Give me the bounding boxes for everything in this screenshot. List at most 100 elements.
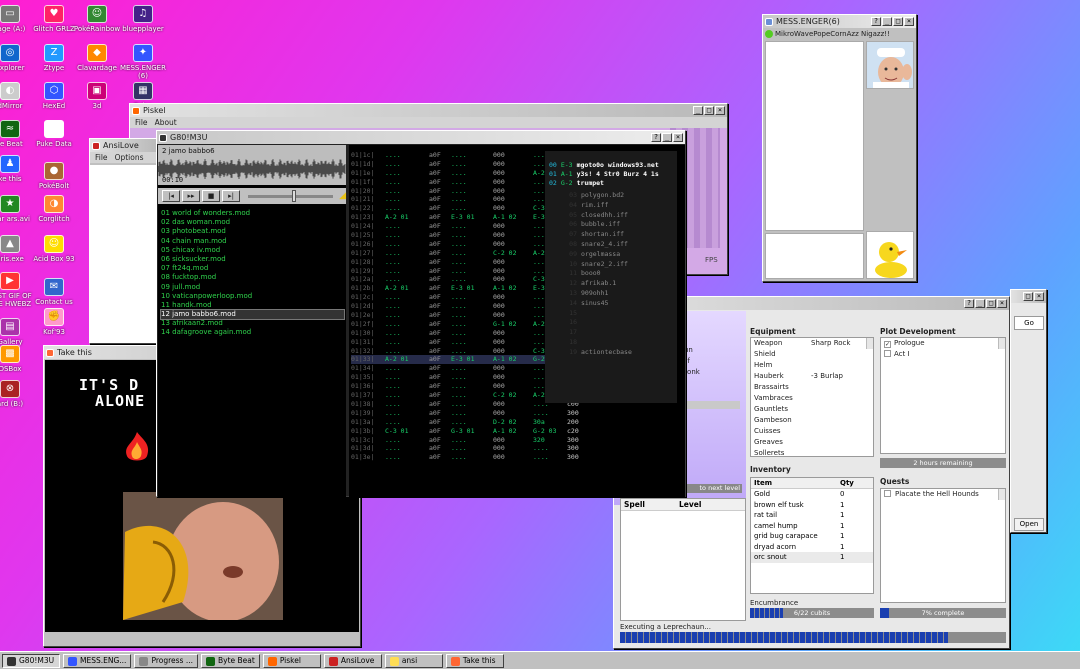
inventory-row[interactable]: orc snout 1 [751, 552, 873, 563]
desktop-icon[interactable]: ✉ Contact us [26, 278, 82, 306]
maximize-button[interactable]: □ [986, 299, 996, 308]
minimize-button[interactable]: _ [975, 299, 985, 308]
playlist-item[interactable]: 11 handk.mod [161, 301, 344, 310]
playlist-item[interactable]: 10 vaticanpowerloop.mod [161, 292, 344, 301]
stop-button[interactable]: ■ [202, 190, 220, 202]
minimize-button[interactable]: _ [693, 106, 703, 115]
desktop-icon[interactable]: ◑ Corglitch [26, 195, 82, 223]
message-input[interactable] [765, 233, 864, 279]
taskbar-button[interactable]: AnsiLove [323, 654, 382, 668]
sample-row[interactable]: 05 closedhh.iff [545, 211, 632, 221]
equipment-row[interactable]: Weapon Sharp Rock [751, 338, 873, 349]
equipment-row[interactable]: Brassairts [751, 382, 873, 393]
help-button[interactable]: ? [651, 133, 661, 142]
close-button[interactable]: × [715, 106, 725, 115]
desktop-icon[interactable]: ● PokéBolt [26, 162, 82, 190]
inventory-row[interactable]: Gold 0 [751, 489, 873, 500]
sample-row[interactable]: 17 [545, 328, 632, 338]
taskbar-button[interactable]: Byte Beat [200, 654, 260, 668]
plot-checkbox[interactable] [884, 350, 891, 357]
go-button[interactable]: Go [1014, 316, 1044, 330]
playlist-item[interactable]: 04 chain man.mod [161, 237, 344, 246]
sample-row[interactable]: 08 snare2_4.iff [545, 240, 632, 250]
desktop-icon[interactable]: Pd Puke Data [26, 120, 82, 148]
close-button[interactable]: × [997, 299, 1007, 308]
equipment-row[interactable]: Sollerets [751, 448, 873, 456]
taskbar-button[interactable]: Take this [445, 654, 504, 668]
sample-row[interactable]: 18 [545, 338, 632, 348]
scrollbar[interactable] [866, 338, 873, 349]
menu-item[interactable]: File [135, 118, 148, 127]
inventory-row[interactable]: grid bug carapace 1 [751, 531, 873, 542]
playlist-item[interactable]: 09 jull.mod [161, 283, 344, 292]
sample-row[interactable]: 06 bubble.iff [545, 220, 632, 230]
desktop-icon[interactable]: ✊ Kof'93 [26, 308, 82, 336]
close-button[interactable]: × [1034, 292, 1044, 301]
playlist-item[interactable]: 05 chicax iv.mod [161, 246, 344, 255]
messenger-titlebar[interactable]: MESS.ENGER(6) ? _ □ × [763, 15, 916, 28]
desktop-icon[interactable]: ☺ Acid Box 93 [26, 235, 82, 263]
help-button[interactable]: ? [871, 17, 881, 26]
seek-bar[interactable] [248, 189, 334, 202]
desktop-icon[interactable]: ♫ bluepplayer [115, 5, 171, 33]
qty-column[interactable]: Qty [840, 479, 854, 487]
playlist-item[interactable]: 06 sicksucker.mod [161, 255, 344, 264]
equipment-row[interactable]: Hauberk -3 Burlap [751, 371, 873, 382]
taskbar-button[interactable]: MESS.ENG... [63, 654, 132, 668]
playlist-item[interactable]: 12 jamo babbo6.mod [160, 309, 345, 321]
desktop-icon[interactable]: ▩ DSBox [0, 345, 38, 373]
ansilove-titlebar[interactable]: AnsiLove [90, 139, 158, 152]
equipment-row[interactable]: Cuisses [751, 426, 873, 437]
scrollbar[interactable] [998, 338, 1005, 349]
sample-row[interactable]: 09 orgelmassa [545, 250, 632, 260]
next-button[interactable]: ▸| [222, 190, 240, 202]
piskel-titlebar[interactable]: Piskel _ □ × [130, 104, 727, 117]
plot-row[interactable]: Act I [881, 349, 1005, 360]
playlist-item[interactable]: 08 fucktop.mod [161, 273, 344, 282]
inventory-row[interactable]: dryad acorn 1 [751, 542, 873, 553]
volume-icon[interactable]: ◢ [339, 191, 346, 201]
equipment-row[interactable]: Vambraces [751, 393, 873, 404]
maximize-button[interactable]: □ [1023, 292, 1033, 301]
maximize-button[interactable]: □ [704, 106, 714, 115]
playlist-item[interactable]: 03 photobeat.mod [161, 227, 344, 236]
playlist-item[interactable]: 13 afrikaan2.mod [161, 319, 344, 328]
sample-row[interactable]: 03 polygon.bd2 [545, 191, 632, 201]
close-button[interactable]: × [673, 133, 683, 142]
prev-button[interactable]: |◂ [162, 190, 180, 202]
menu-item[interactable]: File [95, 153, 108, 162]
quest-checkbox[interactable] [884, 490, 891, 497]
equipment-row[interactable]: Gambeson [751, 415, 873, 426]
close-button[interactable]: × [904, 17, 914, 26]
sample-row[interactable]: 19 actiontecbase [545, 348, 632, 358]
plot-row[interactable]: ✓ Prologue [881, 338, 1005, 349]
taskbar-button[interactable]: ansi [384, 654, 443, 668]
playlist-item[interactable]: 02 das woman.mod [161, 218, 344, 227]
player-titlebar[interactable]: G80!M3U ? _ × [157, 131, 685, 144]
inventory-row[interactable]: rat tail 1 [751, 510, 873, 521]
minimize-button[interactable]: _ [662, 133, 672, 142]
sample-row[interactable]: 07 shortan.iff [545, 230, 632, 240]
rewind-button[interactable]: ▸▸ [182, 190, 200, 202]
equipment-row[interactable]: Helm [751, 360, 873, 371]
level-column[interactable]: Level [679, 500, 701, 509]
open-button[interactable]: Open [1014, 518, 1044, 531]
taskbar-button[interactable]: G80!M3U [2, 654, 60, 668]
sample-row[interactable]: 15 [545, 309, 632, 319]
taskbar-button[interactable]: Piskel [262, 654, 321, 668]
menu-item[interactable]: Options [115, 153, 144, 162]
equipment-row[interactable]: Gauntlets [751, 404, 873, 415]
inventory-row[interactable]: brown elf tusk 1 [751, 500, 873, 511]
taskbar-button[interactable]: Progress ... [134, 654, 198, 668]
desktop-icon[interactable]: ⊗ ard (B:) [0, 380, 38, 408]
sample-row[interactable]: 04 rim.iff [545, 201, 632, 211]
spell-column[interactable]: Spell [624, 500, 679, 509]
seek-thumb[interactable] [292, 189, 296, 202]
equipment-row[interactable]: Greaves [751, 437, 873, 448]
desktop-icon[interactable]: ✦ MESS.ENGER (6) [115, 44, 171, 80]
sample-row[interactable]: 11 booo0 [545, 269, 632, 279]
inventory-row[interactable]: camel hump 1 [751, 521, 873, 532]
help-button[interactable]: ? [964, 299, 974, 308]
menu-item[interactable]: About [155, 118, 177, 127]
item-column[interactable]: Item [754, 479, 840, 487]
